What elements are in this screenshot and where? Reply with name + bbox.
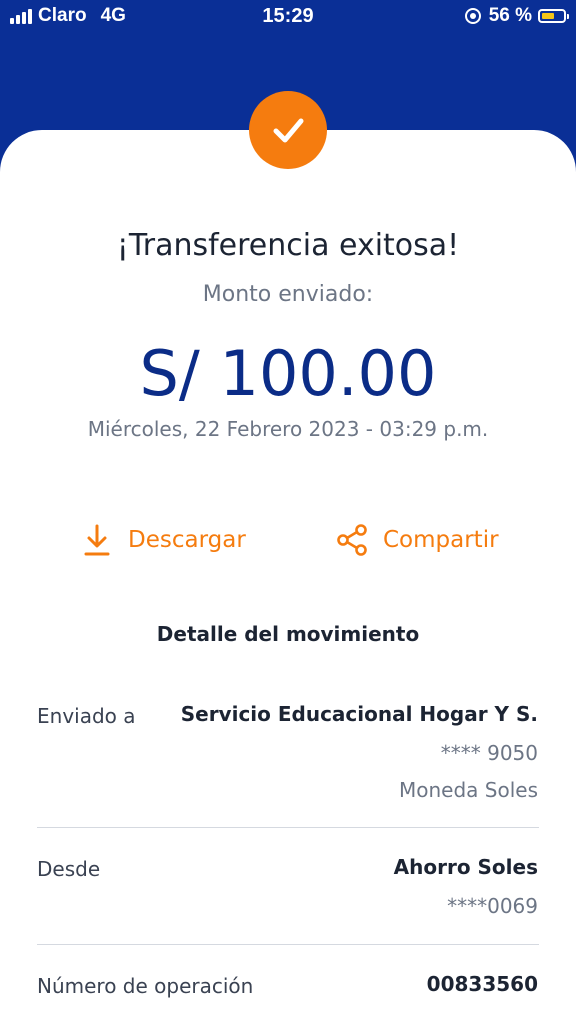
success-check-icon [249, 91, 327, 169]
recipient-account: **** 9050 [440, 741, 538, 765]
battery-icon [538, 9, 569, 23]
share-icon [335, 523, 369, 557]
download-icon [80, 523, 114, 557]
page-title: ¡Transferencia exitosa! [116, 228, 460, 263]
recipient-name: Servicio Educacional Hogar Y S. [180, 702, 538, 726]
status-bar: Claro 4G 15:29 56 % [0, 0, 576, 32]
receipt-card [0, 130, 576, 1024]
share-label: Compartir [383, 527, 499, 553]
sent-to-label: Enviado a [37, 704, 136, 728]
from-account-name: Ahorro Soles [393, 855, 538, 879]
divider [37, 827, 539, 828]
download-label: Descargar [128, 527, 246, 553]
operation-number-label: Número de operación [37, 974, 254, 998]
from-label: Desde [37, 857, 101, 881]
from-account-number: ****0069 [447, 894, 538, 918]
orientation-lock-icon [464, 8, 481, 24]
status-right: 56 % [464, 5, 569, 27]
amount-value: S/ 100.00 [139, 337, 437, 410]
share-button[interactable]: Compartir [335, 518, 499, 562]
amount-label: Monto enviado: [202, 282, 374, 307]
battery-percent: 56 % [488, 5, 532, 26]
operation-number-value: 00833560 [426, 972, 538, 996]
transaction-datetime: Miércoles, 22 Febrero 2023 - 03:29 p.m. [87, 417, 489, 441]
divider [37, 944, 539, 945]
detail-section-title: Detalle del movimiento [156, 622, 420, 646]
download-button[interactable]: Descargar [80, 518, 246, 562]
recipient-currency: Moneda Soles [399, 778, 538, 802]
